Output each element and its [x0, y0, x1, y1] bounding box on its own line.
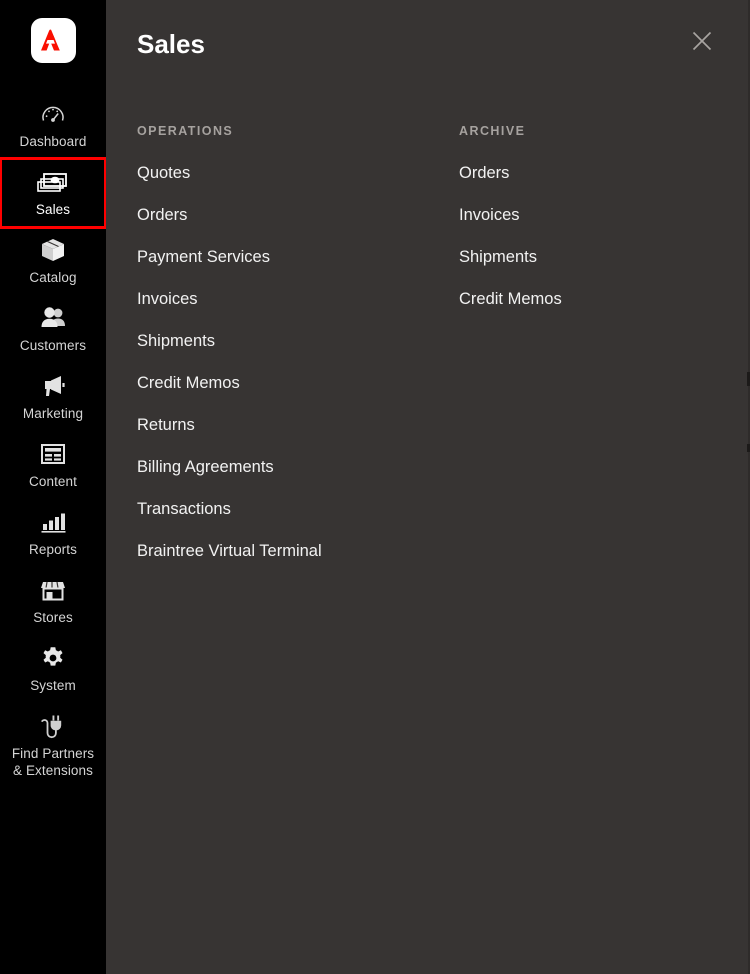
- sidebar-item-label: System: [30, 678, 76, 693]
- menu-item-shipments[interactable]: Shipments: [137, 331, 215, 351]
- gear-icon: [40, 644, 66, 672]
- people-icon: [39, 304, 67, 332]
- menu-item-orders[interactable]: Orders: [137, 205, 187, 225]
- menu-item-archive-credit-memos[interactable]: Credit Memos: [459, 289, 562, 309]
- gauge-icon: [40, 100, 66, 128]
- column-title: OPERATIONS: [137, 124, 234, 138]
- megaphone-icon: [39, 372, 67, 400]
- panel-columns: OPERATIONS Quotes Orders Payment Service…: [106, 88, 750, 583]
- sidebar-item-system[interactable]: System: [0, 635, 106, 703]
- sidebar-item-label: Dashboard: [19, 134, 87, 149]
- storefront-icon: [39, 576, 67, 604]
- sidebar-item-label: Content: [29, 474, 77, 489]
- admin-shell: Dashboard Sales Catalog Customers Market…: [0, 0, 750, 974]
- sidebar-item-label: Stores: [33, 610, 73, 625]
- sidebar-item-label: Marketing: [22, 406, 84, 421]
- sidebar-item-label: Customers: [19, 338, 87, 353]
- sidebar-item-content[interactable]: Content: [0, 431, 106, 499]
- plug-icon: [38, 712, 68, 740]
- sidebar-item-label: Catalog: [29, 270, 77, 285]
- menu-item-archive-invoices[interactable]: Invoices: [459, 205, 520, 225]
- column-title: ARCHIVE: [459, 124, 526, 138]
- menu-item-credit-memos[interactable]: Credit Memos: [137, 373, 240, 393]
- menu-item-archive-shipments[interactable]: Shipments: [459, 247, 537, 267]
- menu-item-archive-orders[interactable]: Orders: [459, 163, 509, 183]
- menu-item-returns[interactable]: Returns: [137, 415, 195, 435]
- sidebar-item-label: Sales: [35, 202, 71, 217]
- sidebar-item-catalog[interactable]: Catalog: [0, 227, 106, 295]
- menu-item-invoices[interactable]: Invoices: [137, 289, 198, 309]
- sidebar-item-label: Find Partners & Extensions: [11, 746, 95, 778]
- sidebar-item-label: Reports: [29, 542, 77, 557]
- menu-column-archive: ARCHIVE Orders Invoices Shipments Credit…: [459, 124, 750, 583]
- menu-item-quotes[interactable]: Quotes: [137, 163, 190, 183]
- primary-sidebar: Dashboard Sales Catalog Customers Market…: [0, 0, 107, 974]
- close-icon[interactable]: [684, 23, 720, 59]
- menu-column-operations: OPERATIONS Quotes Orders Payment Service…: [137, 124, 459, 583]
- sidebar-item-marketing[interactable]: Marketing: [0, 363, 106, 431]
- menu-item-payment-services[interactable]: Payment Services: [137, 247, 270, 267]
- page-layout-icon: [39, 440, 67, 468]
- adobe-commerce-logo[interactable]: [30, 18, 76, 63]
- menu-item-billing-agreements[interactable]: Billing Agreements: [137, 457, 274, 477]
- sidebar-item-stores[interactable]: Stores: [0, 567, 106, 635]
- bar-chart-icon: [39, 508, 67, 536]
- menu-item-braintree-virtual-terminal[interactable]: Braintree Virtual Terminal: [137, 541, 322, 561]
- panel-header: Sales: [106, 0, 750, 88]
- page-title: Sales: [137, 29, 205, 59]
- sidebar-item-customers[interactable]: Customers: [0, 295, 106, 363]
- menu-item-transactions[interactable]: Transactions: [137, 499, 231, 519]
- sidebar-item-dashboard[interactable]: Dashboard: [0, 91, 106, 159]
- sales-flyout-panel: Sales OPERATIONS Quotes Orders Payment S…: [106, 0, 750, 974]
- money-stack-icon: [36, 168, 70, 196]
- sidebar-item-sales[interactable]: Sales: [0, 157, 107, 229]
- box-icon: [39, 236, 67, 264]
- sidebar-item-find-partners-extensions[interactable]: Find Partners & Extensions: [0, 703, 106, 788]
- logo-container: [0, 18, 106, 63]
- sidebar-item-reports[interactable]: Reports: [0, 499, 106, 567]
